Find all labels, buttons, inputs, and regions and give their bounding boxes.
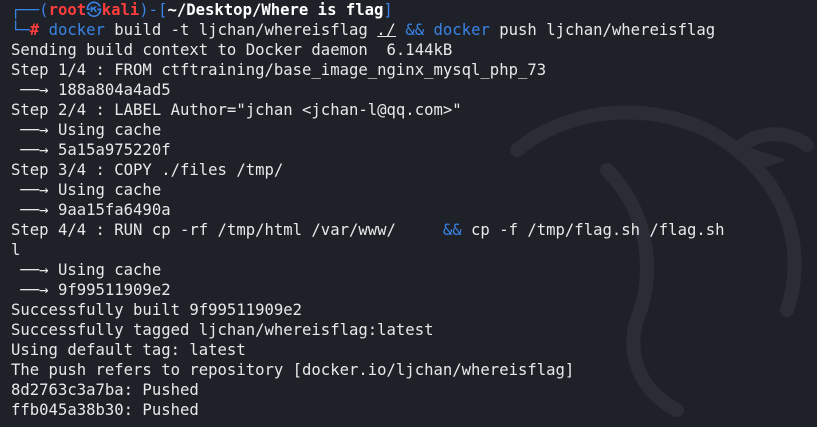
output-line-wrap: l — [11, 241, 21, 259]
output-line: ──→ Using cache — [11, 181, 162, 199]
output-line: ──→ 188a804a4ad5 — [11, 81, 171, 99]
output-line: ──→ 5a15a975220f — [11, 141, 171, 159]
output-line: ──→ Using cache — [11, 261, 162, 279]
prompt-user: root — [48, 1, 87, 19]
output-line-step4: Step 4/4 : RUN cp -rf /tmp/html /var/www… — [11, 220, 725, 240]
prompt-host: kali — [101, 1, 140, 19]
step4-post: cp -f /tmp/flag.sh /flag.sh — [461, 221, 725, 239]
prompt-open: ┌──( — [11, 1, 49, 19]
output-line: ──→ 9f99511909e2 — [11, 281, 171, 299]
command-docker-1: docker — [48, 21, 105, 39]
output-line: Sending build context to Docker daemon 6… — [11, 41, 453, 59]
command-and: && — [395, 21, 434, 39]
prompt-sep: )-[ — [139, 1, 168, 19]
terminal-output: ┌──(root㉿kali)-[~/Desktop/Where is flag]… — [11, 0, 725, 420]
command-args-1: build -t ljchan/whereisflag — [104, 21, 378, 39]
output-line: Successfully tagged ljchan/whereisflag:l… — [11, 321, 434, 339]
prompt-corner: └─ — [11, 21, 30, 39]
output-line: The push refers to repository [docker.io… — [11, 361, 575, 379]
prompt-hash: # — [29, 21, 40, 39]
command-args-2: push ljchan/whereisflag — [489, 21, 716, 39]
command-path: ./ — [377, 21, 396, 39]
prompt-cwd: ~/Desktop/Where is flag — [167, 1, 384, 19]
output-line: ──→ Using cache — [11, 121, 162, 139]
command-line[interactable]: └─# docker build -t ljchan/whereisflag .… — [11, 20, 725, 40]
output-line: 8d2763c3a7ba: Pushed — [11, 381, 199, 399]
output-line: Using default tag: latest — [11, 341, 246, 359]
prompt-at-icon: ㉿ — [86, 1, 102, 19]
terminal-window[interactable]: ┌──(root㉿kali)-[~/Desktop/Where is flag]… — [0, 0, 817, 427]
output-line: Step 3/4 : COPY ./files /tmp/ — [11, 161, 284, 179]
step4-pre: Step 4/4 : RUN cp -rf /tmp/html /var/www… — [11, 221, 443, 239]
output-line: Successfully built 9f99511909e2 — [11, 301, 303, 319]
output-line: ──→ 9aa15fa6490a — [11, 201, 171, 219]
output-line: Step 1/4 : FROM ctftraining/base_image_n… — [11, 61, 547, 79]
output-line: Step 2/4 : LABEL Author="jchan <jchan-l@… — [11, 101, 462, 119]
command-docker-2: docker — [433, 21, 490, 39]
prompt-line: ┌──(root㉿kali)-[~/Desktop/Where is flag] — [11, 0, 725, 20]
output-line: ffb045a38b30: Pushed — [11, 401, 199, 419]
prompt-close: ] — [383, 1, 393, 19]
step4-amp: && — [442, 221, 462, 239]
